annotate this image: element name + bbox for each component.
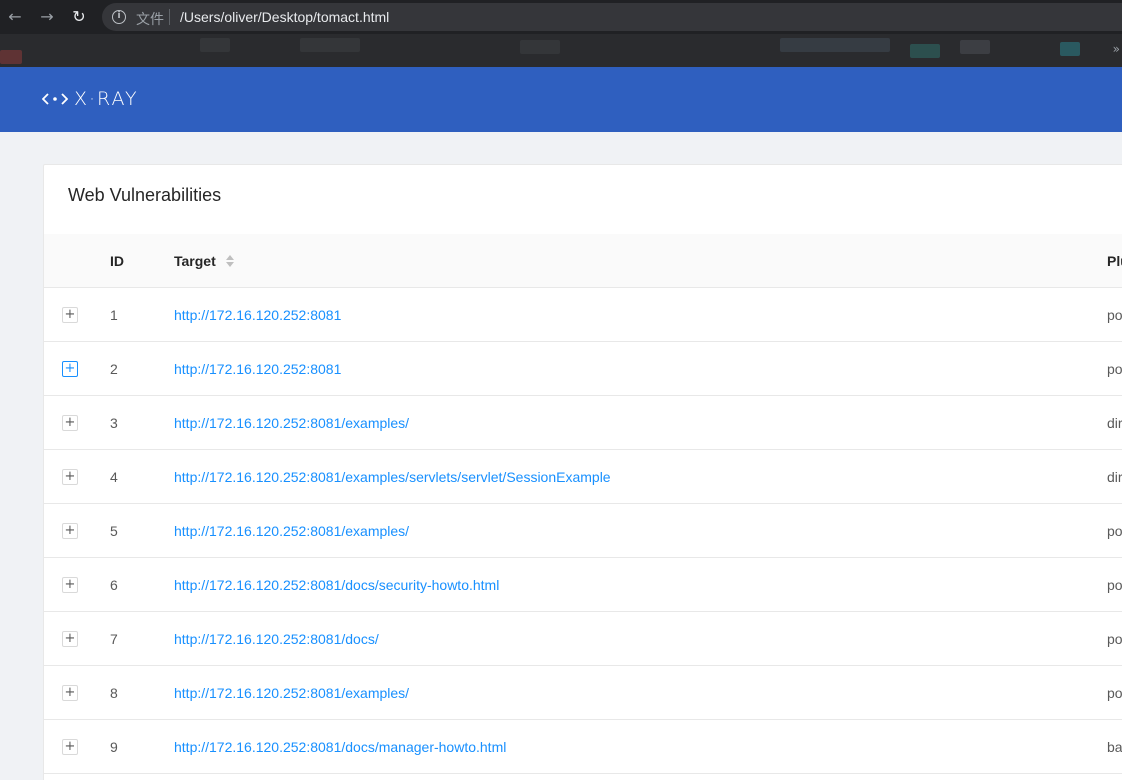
expand-row-button[interactable]: + — [62, 685, 78, 701]
expand-row-button[interactable]: + — [62, 577, 78, 593]
bookmark-item[interactable] — [1060, 42, 1080, 56]
xray-logo[interactable]: X·RAY — [42, 88, 139, 110]
back-arrow-icon[interactable]: ← — [6, 8, 24, 26]
table-row: + 5 http://172.16.120.252:8081/examples/… — [44, 504, 1122, 558]
table-row: + 7 http://172.16.120.252:8081/docs/ po — [44, 612, 1122, 666]
row-plugin: dir — [1107, 415, 1122, 431]
expand-row-button[interactable]: + — [62, 307, 78, 323]
expand-row-button[interactable]: + — [62, 739, 78, 755]
row-id: 3 — [110, 415, 118, 431]
bookmarks-overflow-icon[interactable]: » — [1113, 42, 1120, 56]
row-plugin: po — [1107, 523, 1122, 539]
row-plugin: po — [1107, 685, 1122, 701]
row-id: 2 — [110, 361, 118, 377]
row-id: 6 — [110, 577, 118, 593]
target-link[interactable]: http://172.16.120.252:8081 — [174, 307, 341, 323]
target-link[interactable]: http://172.16.120.252:8081/examples/ — [174, 523, 409, 539]
info-icon[interactable]: i — [112, 10, 126, 24]
bookmark-item[interactable] — [300, 38, 360, 52]
table-row: + 4 http://172.16.120.252:8081/examples/… — [44, 450, 1122, 504]
row-plugin: po — [1107, 631, 1122, 647]
sort-icon[interactable] — [226, 255, 234, 269]
url-text[interactable]: /Users/oliver/Desktop/tomact.html — [180, 9, 389, 25]
row-plugin: dir — [1107, 469, 1122, 485]
row-plugin: po — [1107, 307, 1122, 323]
reload-icon[interactable]: ↻ — [70, 8, 88, 26]
column-header-id: ID — [110, 253, 124, 269]
expand-row-button[interactable]: + — [62, 469, 78, 485]
address-bar[interactable]: i 文件 /Users/oliver/Desktop/tomact.html — [102, 3, 1122, 31]
target-link[interactable]: http://172.16.120.252:8081/docs/ — [174, 631, 379, 647]
table-row: + 1 http://172.16.120.252:8081 po — [44, 288, 1122, 342]
bookmark-item[interactable] — [0, 50, 22, 64]
table-row: + 6 http://172.16.120.252:8081/docs/secu… — [44, 558, 1122, 612]
row-id: 4 — [110, 469, 118, 485]
card-title: Web Vulnerabilities — [68, 185, 222, 205]
xray-logo-icon — [42, 93, 68, 105]
logo-text: X·RAY — [74, 88, 139, 110]
browser-toolbar: ← → ↻ i 文件 /Users/oliver/Desktop/tomact.… — [0, 0, 1122, 34]
target-link[interactable]: http://172.16.120.252:8081/examples/ — [174, 415, 409, 431]
expand-row-button[interactable]: + — [62, 415, 78, 431]
expand-row-button[interactable]: + — [62, 523, 78, 539]
address-separator — [169, 9, 170, 25]
forward-arrow-icon[interactable]: → — [38, 8, 56, 26]
bookmark-item[interactable] — [960, 40, 990, 54]
row-id: 8 — [110, 685, 118, 701]
vulnerabilities-table: ID Target Plu + 1 http://172.16.120.252:… — [44, 234, 1122, 774]
bookmarks-bar: » — [0, 34, 1122, 67]
target-link[interactable]: http://172.16.120.252:8081/docs/manager-… — [174, 739, 506, 755]
bookmark-item[interactable] — [520, 40, 560, 54]
column-header-plugin[interactable]: Plu — [1107, 253, 1122, 269]
bookmark-item[interactable] — [910, 44, 940, 58]
bookmark-item[interactable] — [780, 38, 890, 52]
row-plugin: po — [1107, 361, 1122, 377]
target-link[interactable]: http://172.16.120.252:8081/docs/security… — [174, 577, 499, 593]
table-row: + 8 http://172.16.120.252:8081/examples/… — [44, 666, 1122, 720]
target-link[interactable]: http://172.16.120.252:8081 — [174, 361, 341, 377]
app-header: X·RAY — [0, 67, 1122, 132]
table-row: + 2 http://172.16.120.252:8081 po — [44, 342, 1122, 396]
row-plugin: ba — [1107, 739, 1122, 755]
table-header: ID Target Plu — [44, 234, 1122, 288]
table-row: + 3 http://172.16.120.252:8081/examples/… — [44, 396, 1122, 450]
row-plugin: po — [1107, 577, 1122, 593]
target-link[interactable]: http://172.16.120.252:8081/examples/serv… — [174, 469, 611, 485]
expand-row-button[interactable]: + — [62, 631, 78, 647]
row-id: 7 — [110, 631, 118, 647]
file-scheme-label: 文件 — [136, 12, 164, 28]
row-id: 5 — [110, 523, 118, 539]
column-header-target[interactable]: Target — [174, 253, 216, 269]
table-row: + 9 http://172.16.120.252:8081/docs/mana… — [44, 720, 1122, 774]
bookmark-item[interactable] — [200, 38, 230, 52]
target-link[interactable]: http://172.16.120.252:8081/examples/ — [174, 685, 409, 701]
expand-row-button[interactable]: + — [62, 361, 78, 377]
row-id: 1 — [110, 307, 118, 323]
row-id: 9 — [110, 739, 118, 755]
vulnerabilities-card: Web Vulnerabilities ID Target Plu + 1 ht… — [43, 164, 1122, 780]
